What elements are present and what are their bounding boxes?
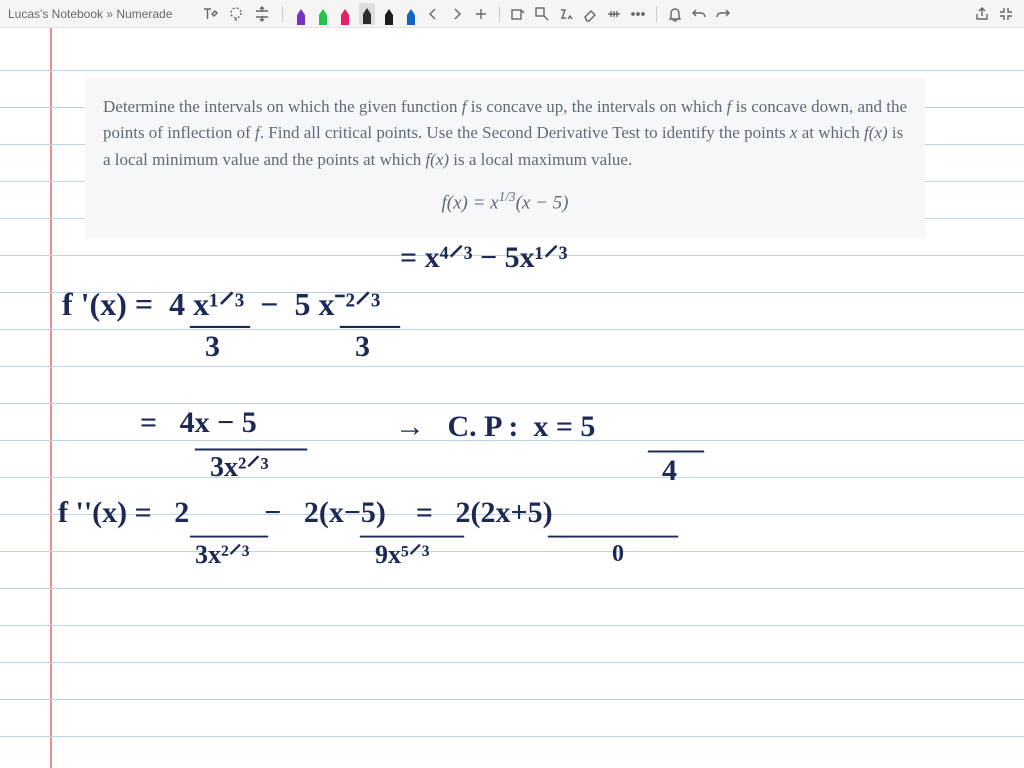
ruled-line xyxy=(0,403,1024,404)
fullscreen-exit-icon[interactable] xyxy=(996,4,1016,24)
more-icon[interactable] xyxy=(628,4,648,24)
hand-line3-den3: 0 xyxy=(612,542,624,566)
hand-line1-den1: 3 xyxy=(205,332,220,362)
handwriting-line2-cp: → C. P : x = 5 xyxy=(395,412,595,442)
share-icon[interactable] xyxy=(972,4,992,24)
toolbar: Lucas's Notebook » Numerade xyxy=(0,0,1024,28)
ink-to-math-icon[interactable] xyxy=(556,4,576,24)
chevron-right-icon[interactable] xyxy=(447,4,467,24)
problem-equation: f(x) = x1/3(x − 5) xyxy=(103,187,907,218)
add-pen-icon[interactable] xyxy=(471,4,491,24)
eraser-icon[interactable] xyxy=(580,4,600,24)
margin-line xyxy=(50,28,52,768)
hand-line3-den2: 9x⁵⸍³ xyxy=(375,542,430,568)
handwriting-line0: = x⁴⸍³ − 5x¹⸍³ xyxy=(400,243,568,273)
breadcrumb[interactable]: Lucas's Notebook » Numerade xyxy=(8,7,172,21)
undo-icon[interactable] xyxy=(689,4,709,24)
hand-line2-cp-den: 4 xyxy=(662,456,677,486)
shape-icon[interactable] xyxy=(508,4,528,24)
pen-0[interactable] xyxy=(293,3,309,25)
toolbar-separator xyxy=(282,6,283,22)
hand-line3-den1: 3x²⸍³ xyxy=(195,542,250,568)
bell-icon[interactable] xyxy=(665,4,685,24)
ruled-line xyxy=(0,588,1024,589)
ruled-line xyxy=(0,551,1024,552)
text-tool-icon[interactable] xyxy=(200,4,220,24)
pen-4[interactable] xyxy=(381,3,397,25)
insert-space-icon[interactable] xyxy=(252,4,272,24)
ruled-line xyxy=(0,662,1024,663)
ruled-line xyxy=(0,366,1024,367)
hand-line2a-den: 3x²⸍³ xyxy=(210,454,269,482)
ruled-line xyxy=(0,736,1024,737)
ruler-icon[interactable] xyxy=(604,4,624,24)
ruled-line xyxy=(0,329,1024,330)
toolbar-separator xyxy=(499,6,500,22)
chevron-left-icon[interactable] xyxy=(352,4,372,24)
pen-5[interactable] xyxy=(403,3,419,25)
ruled-line xyxy=(0,70,1024,71)
redo-icon[interactable] xyxy=(713,4,733,24)
ink-to-shape-icon[interactable] xyxy=(532,4,552,24)
toolbar-separator xyxy=(656,6,657,22)
hand-line1-den2: 3 xyxy=(355,332,370,362)
ruled-line xyxy=(0,477,1024,478)
ruled-line xyxy=(0,625,1024,626)
ruled-line xyxy=(0,699,1024,700)
toolbar-group-left xyxy=(200,3,419,25)
pen-1[interactable] xyxy=(315,3,331,25)
chevron-left-icon[interactable] xyxy=(423,4,443,24)
problem-text: Determine the intervals on which the giv… xyxy=(103,97,907,169)
problem-box: Determine the intervals on which the giv… xyxy=(85,78,925,238)
notebook-page: Determine the intervals on which the giv… xyxy=(0,28,1024,768)
handwriting-line3: f ''(x) = 2 − 2(x−5) = 2(2x+5) xyxy=(58,498,553,528)
lasso-icon[interactable] xyxy=(226,4,246,24)
pen-2[interactable] xyxy=(337,3,353,25)
